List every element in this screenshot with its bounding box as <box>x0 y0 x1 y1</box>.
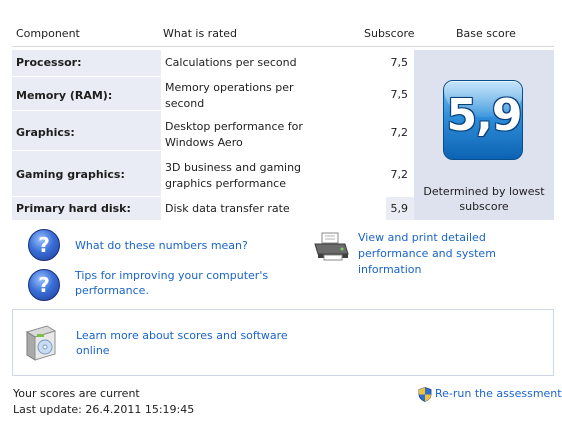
row-memory-rated: Memory operations per second <box>165 81 294 110</box>
status-text: Your scores are current Last update: 26.… <box>13 386 194 418</box>
row-graphics-rated: Desktop performance for Windows Aero <box>165 120 303 149</box>
header-base-score: Base score <box>456 27 516 40</box>
header-divider <box>12 46 554 47</box>
row-gaming-graphics-rated: 3D business and gaming graphics performa… <box>165 161 302 190</box>
base-score-panel: 5,9 Determined by lowest subscore <box>414 50 554 220</box>
last-update-text: Last update: 26.4.2011 15:19:45 <box>13 403 195 416</box>
learn-more-box: Learn more about scores and software onl… <box>12 309 554 376</box>
row-graphics-subscore: 7,2 <box>390 126 409 139</box>
what-numbers-mean-link[interactable]: What do these numbers mean? <box>75 238 248 253</box>
header-what-is-rated: What is rated <box>163 27 238 40</box>
help-link-numbers[interactable]: ? What do these numbers mean? <box>28 229 288 263</box>
row-memory-label: Memory (RAM): <box>16 89 113 102</box>
question-mark-icon: ? <box>28 229 60 261</box>
rerun-assessment[interactable]: Re-run the assessment <box>418 386 562 402</box>
row-hard-disk-subscore: 5,9 <box>390 202 409 215</box>
row-memory-subscore: 7,5 <box>390 88 409 101</box>
view-print-details-link[interactable]: View and print detailed performance and … <box>358 230 558 278</box>
row-processor-subscore: 7,5 <box>390 56 409 69</box>
rerun-assessment-link[interactable]: Re-run the assessment <box>435 386 562 402</box>
row-graphics-label: Graphics: <box>16 126 75 139</box>
header-subscore: Subscore <box>364 27 415 40</box>
row-hard-disk-label: Primary hard disk: <box>16 202 131 215</box>
question-mark-icon: ? <box>28 269 60 301</box>
row-hard-disk-rated: Disk data transfer rate <box>165 202 290 215</box>
tips-link[interactable]: Tips for improving your computer's perfo… <box>75 268 275 298</box>
software-box-icon <box>25 325 57 361</box>
base-score-badge: 5,9 <box>443 80 523 160</box>
score-table: Component What is rated Subscore Base sc… <box>12 22 554 220</box>
header-component: Component <box>16 27 80 40</box>
row-processor-label: Processor: <box>16 56 82 69</box>
scores-current-text: Your scores are current <box>13 387 140 400</box>
row-gaming-graphics-subscore: 7,2 <box>390 168 409 181</box>
row-separator <box>12 196 414 197</box>
row-gaming-graphics-label: Gaming graphics: <box>16 168 125 181</box>
printer-icon <box>314 232 349 261</box>
row-separator <box>12 76 414 77</box>
base-score-caption: Determined by lowest subscore <box>423 185 545 213</box>
learn-more-link[interactable]: Learn more about scores and software onl… <box>76 328 296 358</box>
row-processor-rated: Calculations per second <box>165 56 297 69</box>
help-link-tips[interactable]: ? Tips for improving your computer's per… <box>28 267 288 301</box>
base-score-value: 5,9 <box>446 90 522 141</box>
uac-shield-icon <box>418 387 432 402</box>
